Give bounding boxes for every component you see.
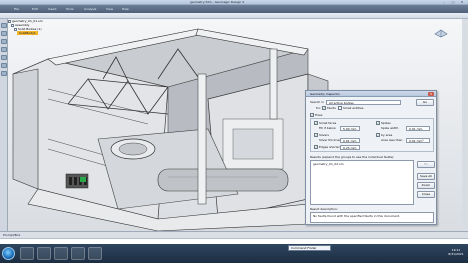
clock-date: 8/31/2021 xyxy=(448,252,464,256)
by-area-checkbox[interactable]: ✓ xyxy=(376,133,380,137)
sliver-thickness-input[interactable]: 0.01 mm xyxy=(340,138,360,143)
result-description-label: Result description: xyxy=(310,207,338,211)
small-entities-label: Small entities xyxy=(343,106,364,110)
results-label: Results (expand the groups to see the in… xyxy=(310,155,395,159)
slivers-label: Slivers xyxy=(319,133,329,137)
command-finder-box[interactable]: Command Finder xyxy=(288,245,331,251)
start-button-icon[interactable] xyxy=(2,247,15,260)
tree-item-selected[interactable]: SolidBody1 xyxy=(17,31,38,35)
pan-tool-icon[interactable] xyxy=(1,39,7,44)
result-description-box: No faults found with the specified fault… xyxy=(310,212,434,223)
render-tool-icon[interactable] xyxy=(1,71,7,76)
search-in-select[interactable]: All active bodies xyxy=(326,100,401,105)
small-faces-label: Small faces xyxy=(319,121,337,125)
menu-edit[interactable]: Edit xyxy=(32,5,38,13)
close-window-button[interactable]: ✕ xyxy=(458,0,466,4)
search-in-label: Search in xyxy=(310,100,324,104)
fix-button[interactable]: Fix xyxy=(417,161,435,168)
fill-if-below-label: Fill if below xyxy=(319,126,336,130)
close-button[interactable]: Close xyxy=(417,191,435,198)
results-list[interactable]: geometry_01_02.sm xyxy=(310,160,414,205)
menu-tools[interactable]: Tools xyxy=(66,5,73,13)
menu-bar: File Edit Insert Tools Analysis View Hel… xyxy=(0,5,468,13)
geometry-inspector-dialog: Geometry Inspector ✕ Search in All activ… xyxy=(305,90,437,225)
zoom-tool-icon[interactable] xyxy=(1,47,7,52)
by-area-label: by area xyxy=(381,133,393,137)
measure-tool-icon[interactable] xyxy=(1,63,7,68)
taskbar-app-icon[interactable] xyxy=(71,247,85,260)
dialog-title: Geometry Inspector xyxy=(306,91,436,97)
menu-help[interactable]: Help xyxy=(122,5,129,13)
dialog-close-icon[interactable]: ✕ xyxy=(428,92,434,96)
taskbar xyxy=(0,244,468,263)
spikes-checkbox[interactable]: ✓ xyxy=(376,121,380,125)
menu-insert[interactable]: Insert xyxy=(48,5,57,13)
area-less-than-input[interactable]: 0.01 mm² xyxy=(406,138,430,143)
spikes-label: Spikes xyxy=(381,121,391,125)
edges-input[interactable]: 0.25 mm xyxy=(340,145,360,150)
area-less-than-label: Area less than xyxy=(381,138,403,142)
edges-checkbox[interactable]: ✓ xyxy=(314,145,318,149)
save-all-button[interactable]: Save All xyxy=(417,173,435,180)
view-compass-icon[interactable] xyxy=(433,28,449,38)
menu-view[interactable]: View xyxy=(106,5,113,13)
maximize-button[interactable]: □ xyxy=(449,0,457,4)
menu-file[interactable]: File xyxy=(14,5,19,13)
feature-tree: geometry_01_01.sm Assembly Solid Bodies … xyxy=(8,19,68,37)
spike-width-input[interactable]: 0.01 mm xyxy=(406,126,430,131)
slivers-checkbox[interactable]: ✓ xyxy=(314,133,318,137)
faults-checkbox[interactable]: ✓ xyxy=(322,106,326,110)
menu-analysis[interactable]: Analysis xyxy=(84,5,96,13)
section-tool-icon[interactable] xyxy=(1,55,7,60)
fixes-checkbox[interactable]: ✓ xyxy=(310,113,314,117)
spike-width-label: Spike width xyxy=(381,126,399,130)
for-label: for: xyxy=(316,106,322,110)
rotate-tool-icon[interactable] xyxy=(1,31,7,36)
taskbar-app-icon[interactable] xyxy=(20,247,34,260)
result-description-text: No faults found with the specified fault… xyxy=(313,214,401,218)
taskbar-app-icon[interactable] xyxy=(37,247,51,260)
small-entities-checkbox[interactable] xyxy=(338,106,342,110)
zoom-button[interactable]: Zoom xyxy=(417,182,435,189)
small-faces-checkbox[interactable]: ✓ xyxy=(314,121,318,125)
taskbar-app-icon[interactable] xyxy=(88,247,102,260)
minimize-button[interactable]: – xyxy=(440,0,448,4)
faults-label: Faults xyxy=(327,106,336,110)
taskbar-app-icon[interactable] xyxy=(54,247,68,260)
go-button[interactable]: Go xyxy=(416,99,434,106)
results-item[interactable]: geometry_01_02.sm xyxy=(313,162,344,166)
fill-if-below-input[interactable]: 5.00 mm xyxy=(340,126,360,131)
fixes-label: Fixes xyxy=(315,113,323,117)
select-tool-icon[interactable] xyxy=(1,23,7,28)
left-toolbar xyxy=(0,19,8,231)
taskbar-clock: 19:11 8/31/2021 xyxy=(446,248,466,256)
